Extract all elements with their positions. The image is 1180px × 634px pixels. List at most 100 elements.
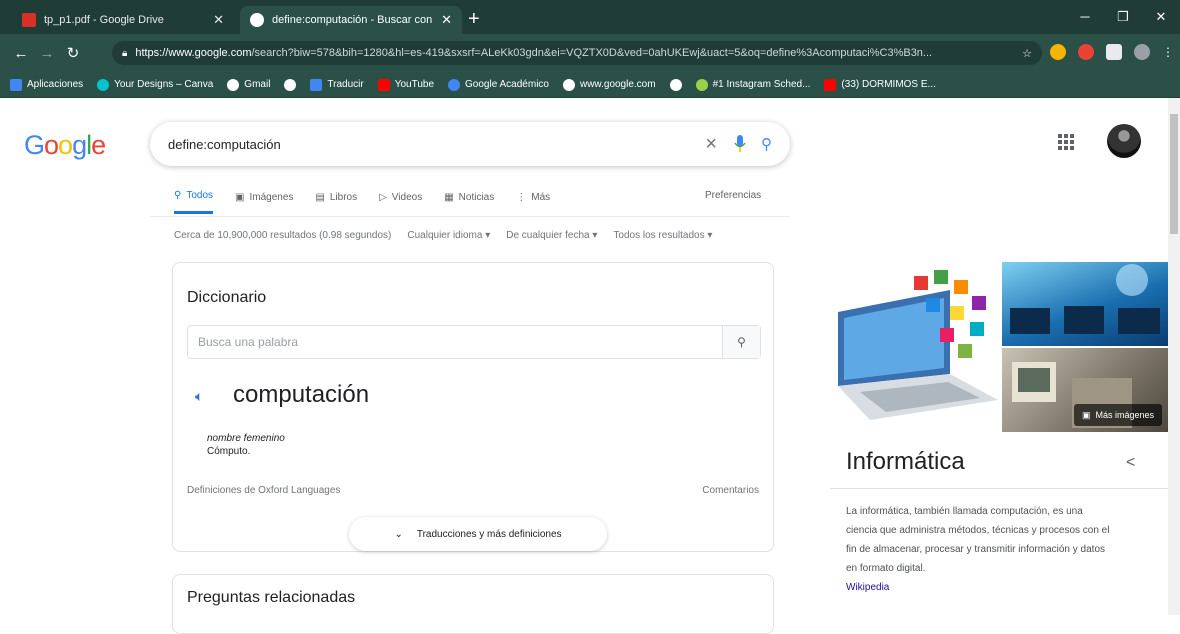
bookmark-google[interactable] xyxy=(284,78,297,91)
bookmark-canva[interactable]: Your Designs – Canva xyxy=(97,78,213,91)
wikipedia-link[interactable]: Wikipedia xyxy=(846,582,889,593)
bookmark-star-icon[interactable]: ☆ xyxy=(1022,47,1032,60)
search-icon: ⚲ xyxy=(737,335,746,349)
news-icon: ▦ xyxy=(444,191,454,203)
bookmark-google-com[interactable]: www.google.com xyxy=(562,78,656,91)
extension-icon[interactable] xyxy=(1050,44,1066,60)
scrollbar-thumb[interactable] xyxy=(1170,114,1178,234)
google-icon xyxy=(284,78,297,91)
more-images-button[interactable]: ▣ Más imágenes xyxy=(1073,404,1162,426)
part-of-speech: nombre femenino xyxy=(207,433,285,444)
book-icon: ▤ xyxy=(315,191,325,203)
laptop-image[interactable] xyxy=(830,262,1000,432)
related-questions-card: Preguntas relacionadas xyxy=(172,574,774,634)
bookmark-scholar[interactable]: Google Académico xyxy=(448,78,549,91)
canva-icon xyxy=(97,78,110,91)
tab-libros[interactable]: ▤ Libros xyxy=(315,190,357,214)
browser-tab-strip: tp_p1.pdf - Google Drive ✕ define:comput… xyxy=(0,0,1180,34)
tab-title: tp_p1.pdf - Google Drive xyxy=(44,14,164,26)
back-icon[interactable]: ← xyxy=(8,45,34,62)
apps-grid-icon[interactable] xyxy=(1058,134,1074,150)
tab-drive[interactable]: tp_p1.pdf - Google Drive ✕ xyxy=(12,6,234,34)
puzzle-icon[interactable] xyxy=(1106,44,1122,60)
dictionary-card: Diccionario Busca una palabra ⚲ 🔈︎ compu… xyxy=(172,262,774,552)
knowledge-panel-title: Informática xyxy=(846,448,965,475)
tab-imagenes[interactable]: ▣ Imágenes xyxy=(235,190,293,214)
description-text: La informática, también llamada computac… xyxy=(846,506,1110,574)
youtube-icon xyxy=(824,78,837,91)
tab-title: define:computación - Buscar con G xyxy=(272,14,436,26)
bookmark-gmail[interactable]: Gmail xyxy=(227,78,270,91)
speaker-icon[interactable]: 🔈︎ xyxy=(195,388,203,405)
tab-todos[interactable]: ⚲ Todos xyxy=(174,190,214,214)
bookmark-apps[interactable]: Aplicaciones xyxy=(10,78,83,91)
close-tab-icon[interactable]: ✕ xyxy=(213,12,224,28)
profile-icon[interactable] xyxy=(1134,44,1150,60)
knowledge-panel-description: La informática, también llamada computac… xyxy=(846,502,1114,597)
close-window-icon[interactable]: ✕ xyxy=(1142,0,1180,34)
tab-mas[interactable]: ⋮ Más xyxy=(516,190,550,214)
bookmark-traducir[interactable]: Traducir xyxy=(310,78,364,91)
bookmark-instagram-scheduler[interactable]: #1 Instagram Sched... xyxy=(695,78,810,91)
minimize-icon[interactable]: ─ xyxy=(1066,0,1104,34)
browser-toolbar: ← → ↻ 🔒︎ https://www.google.com /search?… xyxy=(0,34,1180,72)
monitors-image[interactable] xyxy=(1002,262,1168,346)
close-tab-icon[interactable]: ✕ xyxy=(441,12,452,28)
google-icon xyxy=(227,78,240,91)
tab-videos[interactable]: ▷ Videos xyxy=(379,190,422,214)
google-favicon-icon xyxy=(250,13,264,27)
tab-noticias[interactable]: ▦ Noticias xyxy=(444,190,494,214)
url-host: https://www.google.com xyxy=(135,47,252,59)
clear-icon[interactable]: × xyxy=(705,133,717,156)
extension-icon[interactable] xyxy=(1078,44,1094,60)
language-filter[interactable]: Cualquier idioma ▾ xyxy=(407,230,490,241)
forward-icon[interactable]: → xyxy=(34,45,60,62)
avatar[interactable] xyxy=(1107,124,1141,158)
search-icon: ⚲ xyxy=(174,190,182,201)
url-path: /search?biw=578&bih=1280&hl=es-419&sxsrf… xyxy=(251,47,933,59)
reload-icon[interactable]: ↻ xyxy=(60,44,86,62)
search-results-page: Google define:computación × ⚲ ⚲ Todos ▣ Im… xyxy=(0,98,1180,634)
search-input[interactable]: define:computación xyxy=(168,137,705,152)
translate-icon xyxy=(310,78,323,91)
results-filter[interactable]: Todos los resultados ▾ xyxy=(613,230,712,241)
dictionary-search-button[interactable]: ⚲ xyxy=(722,326,760,358)
lock-icon: 🔒︎ xyxy=(122,47,128,59)
bookmark-youtube[interactable]: YouTube xyxy=(377,78,434,91)
address-bar[interactable]: 🔒︎ https://www.google.com /search?biw=57… xyxy=(112,41,1042,65)
dictionary-placeholder: Busca una palabra xyxy=(198,335,299,349)
preferences-link[interactable]: Preferencias xyxy=(705,190,761,201)
old-computer-image[interactable]: ▣ Más imágenes xyxy=(1002,348,1168,432)
share-icon[interactable]: < xyxy=(1126,454,1135,472)
youtube-icon xyxy=(377,78,390,91)
tabs-divider xyxy=(150,216,790,217)
dictionary-source[interactable]: Definiciones de Oxford Languages xyxy=(187,485,340,496)
related-questions-heading: Preguntas relacionadas xyxy=(187,589,356,606)
google-logo[interactable]: Google xyxy=(24,130,106,161)
google-icon xyxy=(669,78,682,91)
search-box[interactable]: define:computación × ⚲ xyxy=(150,122,790,166)
bookmarks-bar: Aplicaciones Your Designs – Canva Gmail … xyxy=(0,72,1180,98)
new-tab-button[interactable]: + xyxy=(468,8,480,31)
chevron-down-icon: ⌄ xyxy=(394,528,403,540)
microphone-icon[interactable] xyxy=(733,135,747,153)
pdf-icon xyxy=(22,13,36,27)
more-definitions-button[interactable]: ⌄ Traducciones y más definiciones xyxy=(349,517,607,551)
search-tabs: ⚲ Todos ▣ Imágenes ▤ Libros ▷ Videos ▦ Notici… xyxy=(174,190,550,214)
dictionary-search-input[interactable]: Busca una palabra ⚲ xyxy=(187,325,761,359)
menu-dots-icon[interactable]: ⋮ xyxy=(1162,44,1174,60)
scholar-icon xyxy=(448,78,461,91)
result-stats: Cerca de 10,900,000 resultados (0.98 seg… xyxy=(174,230,712,241)
apps-grid-icon xyxy=(10,78,22,91)
bookmark-youtube-2[interactable]: (33) DORMIMOS E... xyxy=(824,78,936,91)
feedback-link[interactable]: Comentarios xyxy=(702,485,759,496)
maximize-icon[interactable]: ❐ xyxy=(1104,0,1142,34)
search-icon[interactable]: ⚲ xyxy=(761,135,772,153)
bookmark-google-2[interactable] xyxy=(669,78,682,91)
date-filter[interactable]: De cualquier fecha ▾ xyxy=(506,230,597,241)
result-count: Cerca de 10,900,000 resultados (0.98 seg… xyxy=(174,230,392,241)
knowledge-panel-images[interactable]: ▣ Más imágenes xyxy=(830,262,1168,432)
tab-search[interactable]: define:computación - Buscar con G ✕ xyxy=(240,6,462,34)
scheduler-icon xyxy=(695,78,708,91)
dictionary-heading: Diccionario xyxy=(187,289,267,306)
